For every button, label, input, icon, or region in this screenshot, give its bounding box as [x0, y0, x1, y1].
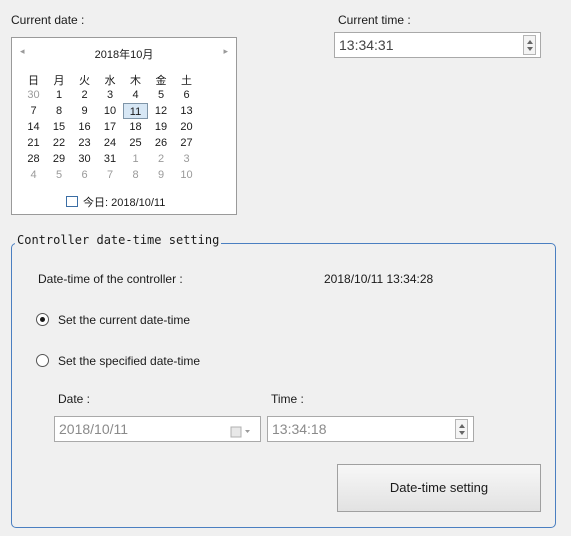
current-time-spinner-icon[interactable] [523, 35, 536, 55]
calendar-day[interactable]: 6 [72, 167, 97, 183]
calendar-day[interactable]: 27 [174, 135, 199, 151]
calendar-day[interactable]: 30 [72, 151, 97, 167]
calendar-day[interactable]: 8 [123, 167, 148, 183]
radio-set-current-label[interactable]: Set the current date-time [58, 313, 190, 327]
spin-up-icon[interactable] [527, 40, 533, 44]
controller-datetime-value: 2018/10/11 13:34:28 [324, 272, 434, 286]
calendar-day[interactable]: 9 [72, 103, 97, 119]
calendar[interactable]: ◂ 2018年10月 ▸ 日月火水木金土 30 1 2 3 4 5 6 7 8 9 10 11 12 13 1… [11, 37, 237, 215]
calendar-day[interactable]: 23 [72, 135, 97, 151]
calendar-day[interactable]: 30 [21, 87, 46, 103]
radio-set-current[interactable] [36, 313, 49, 326]
current-date-label: Current date : [11, 13, 85, 27]
calendar-day[interactable]: 14 [21, 119, 46, 135]
spin-up-icon[interactable] [459, 424, 465, 428]
calendar-day[interactable]: 26 [149, 135, 174, 151]
next-month-icon[interactable]: ▸ [223, 46, 228, 57]
calendar-day[interactable]: 22 [47, 135, 72, 151]
controller-datetime-label: Date-time of the controller : [38, 272, 183, 286]
current-time-label: Current time : [338, 13, 411, 27]
calendar-day[interactable]: 28 [21, 151, 46, 167]
calendar-day[interactable]: 4 [21, 167, 46, 183]
radio-set-specified-label[interactable]: Set the specified date-time [58, 354, 200, 368]
calendar-day[interactable]: 21 [21, 135, 46, 151]
calendar-day[interactable]: 2 [72, 87, 97, 103]
calendar-day[interactable]: 12 [149, 103, 174, 119]
spin-down-icon[interactable] [527, 47, 533, 51]
calendar-day[interactable]: 1 [47, 87, 72, 103]
calendar-day[interactable]: 9 [149, 167, 174, 183]
calendar-day[interactable]: 8 [47, 103, 72, 119]
time-field[interactable]: 13:34:18 [267, 416, 474, 442]
calendar-dropdown-icon[interactable] [230, 425, 256, 439]
calendar-day[interactable]: 11 [123, 103, 148, 119]
calendar-day[interactable]: 29 [47, 151, 72, 167]
calendar-day[interactable]: 6 [174, 87, 199, 103]
calendar-day[interactable]: 1 [123, 151, 148, 167]
calendar-day[interactable]: 4 [123, 87, 148, 103]
calendar-day[interactable]: 31 [98, 151, 123, 167]
calendar-day[interactable]: 10 [174, 167, 199, 183]
calendar-day[interactable]: 15 [47, 119, 72, 135]
time-spinner-icon[interactable] [455, 419, 468, 439]
calendar-day[interactable]: 5 [47, 167, 72, 183]
today-marker-icon [66, 196, 78, 207]
radio-selected-dot [40, 317, 45, 322]
calendar-day[interactable]: 5 [149, 87, 174, 103]
calendar-header: ◂ 2018年10月 ▸ [12, 46, 236, 62]
calendar-day[interactable]: 24 [98, 135, 123, 151]
calendar-day[interactable]: 20 [174, 119, 199, 135]
calendar-day[interactable]: 3 [174, 151, 199, 167]
calendar-day[interactable]: 13 [174, 103, 199, 119]
time-value: 13:34:18 [272, 421, 327, 437]
time-label: Time : [271, 392, 304, 406]
date-time-setting-button[interactable]: Date-time setting [337, 464, 541, 512]
calendar-day[interactable]: 25 [123, 135, 148, 151]
calendar-day[interactable]: 17 [98, 119, 123, 135]
current-time-value: 13:34:31 [339, 37, 394, 53]
date-value: 2018/10/11 [59, 421, 129, 437]
calendar-day[interactable]: 10 [98, 103, 123, 119]
date-label: Date : [58, 392, 91, 406]
calendar-day[interactable]: 2 [149, 151, 174, 167]
radio-set-specified[interactable] [36, 354, 49, 367]
calendar-day[interactable]: 7 [21, 103, 46, 119]
spin-down-icon[interactable] [459, 431, 465, 435]
calendar-day[interactable]: 19 [149, 119, 174, 135]
calendar-day[interactable]: 16 [72, 119, 97, 135]
group-title: Controller date-time setting [15, 233, 222, 247]
calendar-month-title: 2018年10月 [94, 49, 154, 61]
calendar-today-link[interactable]: 今日: 2018/10/11 [83, 194, 165, 210]
current-time-field[interactable]: 13:34:31 [334, 32, 541, 58]
calendar-day[interactable]: 18 [123, 119, 148, 135]
calendar-day[interactable]: 3 [98, 87, 123, 103]
calendar-day[interactable]: 7 [98, 167, 123, 183]
